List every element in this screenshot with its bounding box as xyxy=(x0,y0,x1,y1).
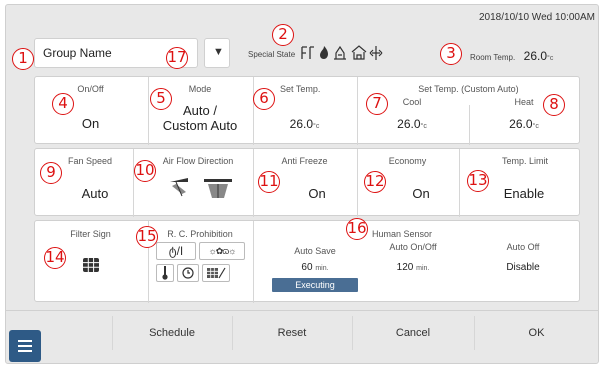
swing-vertical-icon xyxy=(170,178,188,197)
auto-off-value: Disable xyxy=(506,262,540,273)
callout-12: 12 xyxy=(364,171,386,193)
auto-onoff-label: Auto On/Off xyxy=(389,242,437,252)
group-name-label: Group Name xyxy=(43,46,112,60)
auto-onoff-value: 120 xyxy=(396,262,414,273)
filter-sign-label: Filter Sign xyxy=(70,229,111,239)
custom-auto-heat-unit: °c xyxy=(532,123,539,130)
filter-grid-icon xyxy=(82,257,100,273)
rc-onoff-prohibit-button[interactable]: ტ/I xyxy=(156,242,196,260)
custom-auto-cool-value: 26.0 xyxy=(397,117,421,131)
mode-icons: ☼✿ɷ☼ xyxy=(208,245,236,256)
onoff-label: On/Off xyxy=(77,84,104,94)
auto-onoff-wrap: 120 min. xyxy=(358,262,468,273)
rc-mode-prohibit-button[interactable]: ☼✿ɷ☼ xyxy=(199,242,245,260)
anti-freeze-value: On xyxy=(308,186,326,201)
callout-16: 16 xyxy=(346,218,368,240)
custom-auto-cool-wrap: 26.0°c xyxy=(357,116,467,131)
air-flow-label: Air Flow Direction xyxy=(162,156,234,166)
air-flow-icons xyxy=(168,176,236,200)
anti-freeze-label: Anti Freeze xyxy=(281,156,328,166)
defrost-icon xyxy=(301,46,314,59)
callout-7: 7 xyxy=(366,93,388,115)
room-temp-label: Room Temp. xyxy=(470,53,516,62)
rc-filter-prohibit-button[interactable] xyxy=(202,264,230,282)
datetime-label: 2018/10/10 Wed 10:00AM xyxy=(478,12,595,23)
callout-4: 4 xyxy=(52,93,74,115)
standby-icon xyxy=(334,45,346,60)
rc-prohibition-label: R. C. Prohibition xyxy=(167,229,233,239)
auto-onoff-unit: min. xyxy=(416,265,430,272)
ok-button[interactable]: OK xyxy=(474,316,599,350)
room-temp: Room Temp. 26.0°c xyxy=(470,47,553,65)
callout-15: 15 xyxy=(136,226,158,248)
cancel-button[interactable]: Cancel xyxy=(352,316,474,350)
special-state-icons xyxy=(300,44,410,62)
house-icon xyxy=(351,45,367,60)
callout-13: 13 xyxy=(467,170,489,192)
callout-8: 8 xyxy=(543,94,565,116)
schedule-button[interactable]: Schedule xyxy=(112,316,232,350)
human-sensor-label: Human Sensor xyxy=(372,229,433,239)
set-temp-label: Set Temp. xyxy=(280,84,321,94)
room-temp-unit: °c xyxy=(547,55,554,62)
menu-button[interactable] xyxy=(9,330,41,362)
special-state-label: Special State xyxy=(248,50,296,59)
mode-value-line2: Custom Auto xyxy=(162,118,238,133)
auto-save-label: Auto Save xyxy=(294,246,336,256)
room-temp-value: 26.0 xyxy=(523,49,548,63)
rc-temp-prohibit-button[interactable] xyxy=(156,264,174,282)
flame-icon xyxy=(320,46,328,59)
button-bar xyxy=(5,310,599,311)
auto-save-unit: min. xyxy=(315,265,329,272)
callout-6: 6 xyxy=(253,88,275,110)
callout-11: 11 xyxy=(258,171,280,193)
clock-icon xyxy=(182,267,194,279)
filter-slash-icon xyxy=(207,267,226,279)
diamond-arrows-icon xyxy=(369,46,383,60)
auto-save-value: 60 xyxy=(301,262,313,273)
custom-auto-heat-value: 26.0 xyxy=(509,117,533,131)
reset-button[interactable]: Reset xyxy=(232,316,352,350)
set-temp-value-wrap: 26.0°c xyxy=(253,116,356,131)
fan-speed-value: Auto xyxy=(81,186,109,201)
custom-auto-cool-unit: °c xyxy=(420,123,427,130)
callout-10: 10 xyxy=(134,160,156,182)
temp-limit-label: Temp. Limit xyxy=(501,156,548,166)
callout-1: 1 xyxy=(12,48,34,70)
swing-horizontal-icon xyxy=(204,179,232,198)
auto-save-wrap: 60 min. xyxy=(270,262,360,273)
custom-auto-label: Set Temp. (Custom Auto) xyxy=(418,84,519,94)
onoff-value: On xyxy=(81,116,100,131)
power-icon: ტ/I xyxy=(168,244,184,258)
executing-badge: Executing xyxy=(272,278,358,292)
callout-2: 2 xyxy=(272,24,294,46)
custom-auto-heat-wrap: 26.0°c xyxy=(468,116,580,131)
group-dropdown-button[interactable]: ▼ xyxy=(204,38,230,68)
economy-label: Economy xyxy=(388,156,427,166)
set-temp-value: 26.0 xyxy=(289,117,314,131)
temp-limit-value: Enable xyxy=(503,186,545,201)
rc-timer-prohibit-button[interactable] xyxy=(177,264,199,282)
callout-17: 17 xyxy=(166,47,188,69)
callout-9: 9 xyxy=(40,162,62,184)
callout-5: 5 xyxy=(150,88,172,110)
auto-off-label: Auto Off xyxy=(506,242,540,252)
economy-value: On xyxy=(412,186,430,201)
hamburger-icon xyxy=(18,340,32,352)
callout-14: 14 xyxy=(44,247,66,269)
set-temp-unit: °c xyxy=(313,123,320,130)
callout-3: 3 xyxy=(440,43,462,65)
thermometer-icon xyxy=(162,266,168,280)
chevron-down-icon: ▼ xyxy=(213,46,224,58)
